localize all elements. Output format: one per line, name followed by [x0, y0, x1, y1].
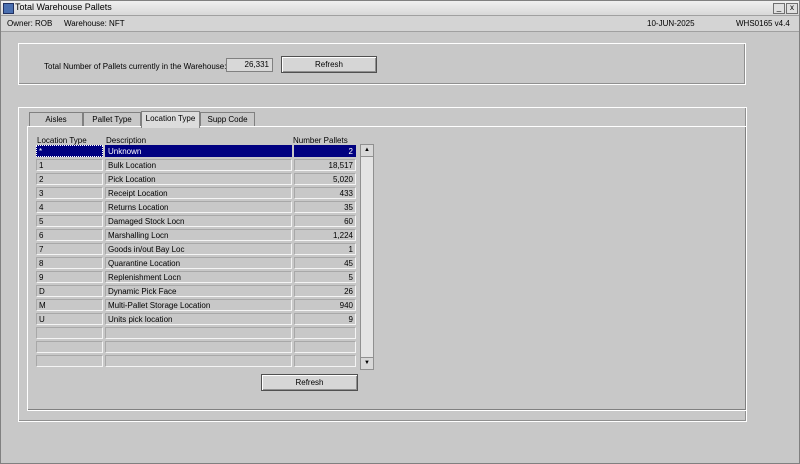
- app-icon: [3, 3, 14, 14]
- cell-location-type[interactable]: D: [36, 285, 103, 297]
- cell-location-type[interactable]: 5: [36, 215, 103, 227]
- cell-location-type[interactable]: 1: [36, 159, 103, 171]
- cell-description[interactable]: Pick Location: [105, 173, 292, 185]
- grid-refresh-button[interactable]: Refresh: [261, 374, 358, 391]
- cell-location-type[interactable]: 2: [36, 173, 103, 185]
- grid-scrollbar[interactable]: ▲ ▼: [360, 144, 374, 370]
- cell-description[interactable]: Damaged Stock Locn: [105, 215, 292, 227]
- cell-number-pallets[interactable]: [294, 327, 356, 339]
- tab-aisles[interactable]: Aisles: [29, 112, 83, 127]
- cell-number-pallets[interactable]: 18,517: [294, 159, 356, 171]
- column-header-number-pallets: Number Pallets: [293, 136, 348, 145]
- cell-description[interactable]: [105, 355, 292, 367]
- cell-number-pallets[interactable]: 26: [294, 285, 356, 297]
- cell-number-pallets[interactable]: 9: [294, 313, 356, 325]
- cell-description[interactable]: Dynamic Pick Face: [105, 285, 292, 297]
- cell-number-pallets[interactable]: 45: [294, 257, 356, 269]
- cell-location-type[interactable]: U: [36, 313, 103, 325]
- total-pallets-field: 26,331: [226, 58, 273, 72]
- title-bar: Total Warehouse Pallets _ x: [1, 1, 799, 16]
- cell-description[interactable]: Replenishment Locn: [105, 271, 292, 283]
- column-header-description: Description: [106, 136, 147, 145]
- cell-location-type[interactable]: 4: [36, 201, 103, 213]
- cell-number-pallets[interactable]: [294, 341, 356, 353]
- cell-location-type[interactable]: 7: [36, 243, 103, 255]
- info-bar: Owner: ROB Warehouse: NFT 10-JUN-2025 WH…: [1, 16, 799, 32]
- cell-description[interactable]: Bulk Location: [105, 159, 292, 171]
- cell-number-pallets[interactable]: 1,224: [294, 229, 356, 241]
- cell-location-type[interactable]: 9: [36, 271, 103, 283]
- summary-refresh-button[interactable]: Refresh: [281, 56, 377, 73]
- summary-panel: Total Number of Pallets currently in the…: [18, 43, 746, 85]
- cell-number-pallets[interactable]: 1: [294, 243, 356, 255]
- cell-number-pallets[interactable]: 5,020: [294, 173, 356, 185]
- cell-location-type[interactable]: [36, 341, 103, 353]
- cell-location-type[interactable]: 8: [36, 257, 103, 269]
- date-label: 10-JUN-2025: [647, 19, 695, 28]
- total-pallets-label: Total Number of Pallets currently in the…: [44, 62, 227, 71]
- close-button[interactable]: x: [786, 3, 798, 14]
- tab-location-type[interactable]: Location Type: [141, 111, 200, 128]
- owner-label: Owner: ROB: [7, 19, 53, 28]
- cell-description[interactable]: Unknown: [105, 145, 292, 157]
- cell-location-type[interactable]: [36, 355, 103, 367]
- scroll-up-arrow-icon[interactable]: ▲: [361, 145, 373, 157]
- cell-location-type[interactable]: 3: [36, 187, 103, 199]
- cell-location-type[interactable]: [36, 327, 103, 339]
- minimize-button[interactable]: _: [773, 3, 785, 14]
- cell-number-pallets[interactable]: 940: [294, 299, 356, 311]
- cell-number-pallets[interactable]: 60: [294, 215, 356, 227]
- cell-description[interactable]: Receipt Location: [105, 187, 292, 199]
- column-header-location-type: Location Type: [37, 136, 87, 145]
- cell-description[interactable]: Returns Location: [105, 201, 292, 213]
- cell-number-pallets[interactable]: 5: [294, 271, 356, 283]
- cell-location-type[interactable]: *: [36, 145, 103, 157]
- cell-description[interactable]: [105, 327, 292, 339]
- window-title: Total Warehouse Pallets: [15, 2, 112, 12]
- tab-pallet-type[interactable]: Pallet Type: [83, 112, 141, 127]
- scroll-down-arrow-icon[interactable]: ▼: [361, 357, 373, 369]
- application-window: Total Warehouse Pallets _ x Owner: ROB W…: [0, 0, 800, 464]
- module-version-label: WHS0165 v4.4: [736, 19, 790, 28]
- cell-location-type[interactable]: M: [36, 299, 103, 311]
- tab-supp-code[interactable]: Supp Code: [200, 112, 255, 127]
- cell-description[interactable]: Marshalling Locn: [105, 229, 292, 241]
- cell-number-pallets[interactable]: 433: [294, 187, 356, 199]
- cell-description[interactable]: Goods in/out Bay Loc: [105, 243, 292, 255]
- warehouse-label: Warehouse: NFT: [64, 19, 125, 28]
- cell-number-pallets[interactable]: [294, 355, 356, 367]
- cell-description[interactable]: Units pick location: [105, 313, 292, 325]
- cell-description[interactable]: Multi-Pallet Storage Location: [105, 299, 292, 311]
- cell-description[interactable]: Quarantine Location: [105, 257, 292, 269]
- cell-description[interactable]: [105, 341, 292, 353]
- cell-location-type[interactable]: 6: [36, 229, 103, 241]
- cell-number-pallets[interactable]: 2: [294, 145, 356, 157]
- cell-number-pallets[interactable]: 35: [294, 201, 356, 213]
